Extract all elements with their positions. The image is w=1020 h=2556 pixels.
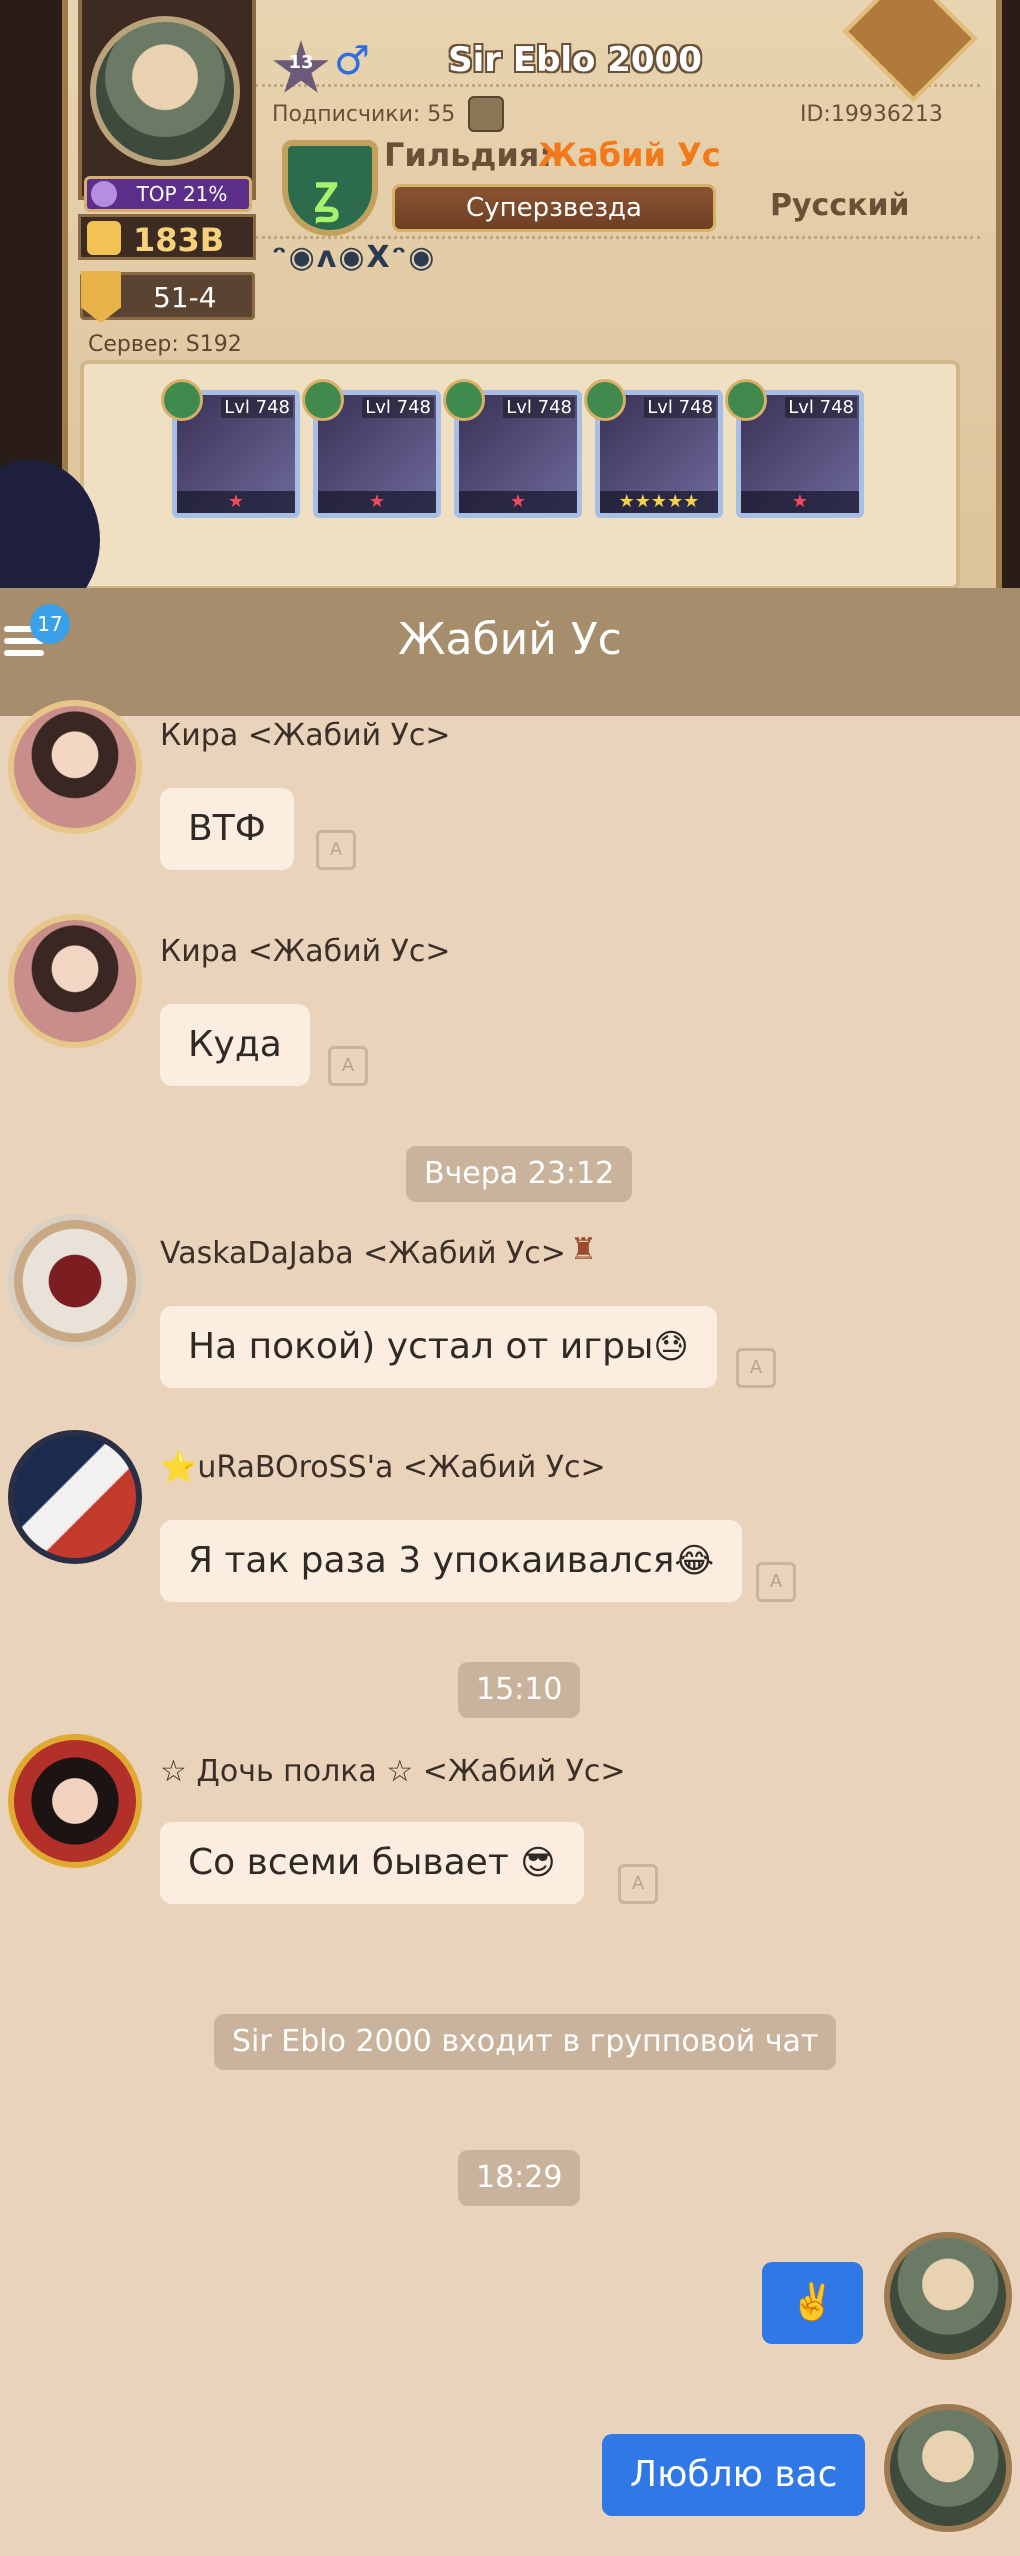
stage-row: 51-4: [80, 271, 255, 323]
message-bubble[interactable]: Со всеми бывает 😎: [160, 1822, 584, 1904]
power-row: 183B: [78, 214, 256, 260]
my-avatar[interactable]: [884, 2232, 1012, 2360]
hero-card[interactable]: Lvl 748 ★: [443, 379, 582, 518]
guild-label: Гильдия:: [384, 136, 553, 174]
sender-avatar[interactable]: [8, 1214, 142, 1348]
timestamp-divider: 18:29: [458, 2150, 581, 2206]
divider: [255, 84, 980, 87]
emoji: 😓: [653, 1327, 689, 1367]
translate-icon[interactable]: A: [736, 1348, 776, 1388]
sender-avatar[interactable]: [8, 914, 142, 1048]
subscribers-icon[interactable]: [468, 96, 504, 132]
message-text: Со всеми бывает: [188, 1842, 509, 1883]
message-bubble[interactable]: На покой) устал от игры😓: [160, 1306, 717, 1388]
planet-icon: [91, 181, 117, 207]
message-bubble[interactable]: Куда: [160, 1004, 310, 1086]
hero-card[interactable]: Lvl 748 ★: [302, 379, 441, 518]
guild-rank-banner: Суперзвезда: [392, 184, 716, 232]
my-avatar[interactable]: [884, 2404, 1012, 2532]
message-text: Я так раза 3 упокаивался: [188, 1540, 675, 1581]
hero-stars: ★: [318, 491, 436, 513]
player-avatar[interactable]: [90, 16, 240, 166]
achievement-badges: ᵔ◉ᴧ◉Xᵔ◉: [272, 240, 437, 275]
translate-icon[interactable]: A: [328, 1046, 368, 1086]
translate-icon[interactable]: A: [316, 830, 356, 870]
stage-shield-icon: [81, 271, 121, 323]
guild-emblem-icon[interactable]: ꙁ: [282, 140, 378, 236]
player-profile-card: TOP 21% 183B 51-4 Сервер: S192 13 ♂ Sir …: [0, 0, 1020, 590]
stage-value: 51-4: [153, 281, 217, 314]
sender-name: Кира <Жабий Ус>: [160, 718, 451, 753]
hero-rank-gem-icon: [443, 379, 485, 421]
system-message: Sir Eblo 2000 входит в групповой чат: [214, 2014, 837, 2070]
timestamp-divider: Вчера 23:12: [406, 1146, 633, 1202]
divider: [255, 236, 980, 239]
hero-rank-gem-icon: [161, 379, 203, 421]
hero-level: Lvl 748: [221, 397, 293, 418]
top-rank-badge: TOP 21%: [84, 176, 252, 212]
hero-rank-gem-icon: [584, 379, 626, 421]
hero-card[interactable]: Lvl 748 ★: [725, 379, 864, 518]
message-bubble[interactable]: ВТФ: [160, 788, 294, 870]
hero-level: Lvl 748: [503, 397, 575, 418]
my-message-bubble[interactable]: ✌️: [762, 2262, 863, 2344]
translate-icon[interactable]: A: [618, 1864, 658, 1904]
hero-level: Lvl 748: [785, 397, 857, 418]
language-label: Русский: [770, 188, 910, 223]
sender-name: ⭐uRaBOroSS'a <Жабий Ус>: [160, 1450, 606, 1485]
hero-card[interactable]: Lvl 748 ★★★★★: [584, 379, 723, 518]
sender-name: Кира <Жабий Ус>: [160, 934, 451, 969]
hero-stars: ★★★★★: [600, 491, 718, 513]
message-bubble[interactable]: Я так раза 3 упокаивался😂: [160, 1520, 743, 1602]
top-rank-label: TOP 21%: [136, 182, 228, 206]
hero-level: Lvl 748: [362, 397, 434, 418]
message-text: На покой) устал от игры: [188, 1326, 654, 1367]
sender-avatar[interactable]: [8, 700, 142, 834]
sender-name: VaskaDaJaba <Жабий Ус>: [160, 1236, 566, 1271]
power-value: 183B: [133, 221, 225, 259]
player-id: ID:19936213: [800, 102, 943, 127]
fist-icon: [87, 221, 121, 255]
player-level: 13: [288, 52, 314, 73]
my-message-bubble[interactable]: Люблю вас: [602, 2434, 866, 2516]
sender-name: ☆ Дочь полка ☆ <Жабий Ус>: [160, 1754, 626, 1789]
chat-title: Жабий Ус: [398, 614, 622, 665]
hero-rank-gem-icon: [302, 379, 344, 421]
translate-icon[interactable]: A: [756, 1562, 796, 1602]
server-label: Сервер: S192: [88, 332, 242, 357]
sender-avatar[interactable]: [8, 1430, 142, 1564]
subscribers-count: Подписчики: 55: [272, 102, 456, 127]
hero-card[interactable]: Lvl 748 ★: [161, 379, 300, 518]
hero-stars: ★: [741, 491, 859, 513]
guild-name[interactable]: Жабий Ус: [538, 136, 721, 174]
hero-level: Lvl 748: [644, 397, 716, 418]
emoji: 😂: [674, 1541, 715, 1581]
hero-rank-gem-icon: [725, 379, 767, 421]
hero-stars: ★: [459, 491, 577, 513]
emoji: 😎: [520, 1843, 556, 1883]
sender-avatar[interactable]: [8, 1734, 142, 1868]
male-gender-icon: ♂: [334, 38, 370, 84]
player-name: Sir Eblo 2000: [448, 40, 702, 80]
timestamp-divider: 15:10: [458, 1662, 581, 1718]
guild-rank-icon: ♜: [570, 1232, 597, 1267]
hero-stars: ★: [177, 491, 295, 513]
